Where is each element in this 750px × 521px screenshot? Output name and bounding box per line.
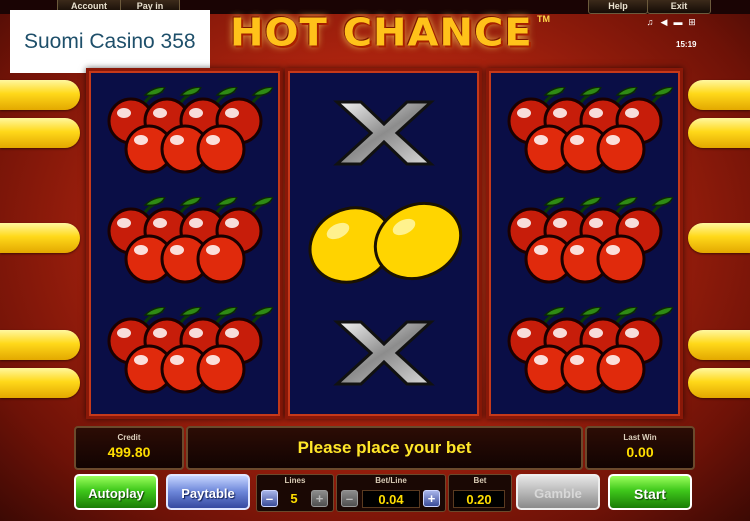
clock: 15:19: [676, 40, 697, 49]
lines-label: Lines: [284, 476, 306, 485]
gamble-button[interactable]: Gamble: [516, 474, 600, 510]
paytable-button[interactable]: Paytable: [166, 474, 250, 510]
credit-value: 499.80: [107, 444, 151, 460]
symbol-cherries: [89, 79, 280, 187]
line-indicator-left-3: [0, 223, 80, 253]
reel-1: [86, 68, 283, 419]
bet-label: Bet: [473, 476, 487, 485]
symbol-x: [288, 299, 479, 407]
line-indicator-right-3: [688, 223, 750, 253]
bet-line-label: Bet/Line: [375, 476, 407, 485]
line-indicator-left-2: [0, 118, 80, 148]
settings-icons: ♫ ◀ ▬ ⊞: [645, 17, 697, 27]
line-indicator-right-1: [688, 80, 750, 110]
lines-control: Lines – 5 +: [256, 474, 334, 512]
last-win-value: 0.00: [626, 444, 654, 460]
symbol-cherries: [489, 189, 680, 297]
credit-label: Credit: [117, 433, 141, 442]
status-message: Please place your bet: [297, 438, 472, 457]
message-panel: Please place your bet: [186, 426, 583, 470]
last-win-label: Last Win: [623, 433, 657, 442]
help-button[interactable]: Help: [588, 0, 648, 14]
reel-2: [285, 68, 482, 419]
line-indicator-left-4: [0, 330, 80, 360]
line-indicator-left-1: [0, 80, 80, 110]
bet-line-control: Bet/Line – 0.04 +: [336, 474, 446, 512]
start-button[interactable]: Start: [608, 474, 692, 510]
symbol-cherries: [489, 299, 680, 407]
trademark: TM: [537, 14, 550, 24]
credit-panel: Credit 499.80: [74, 426, 184, 470]
bet-line-value: 0.04: [362, 490, 420, 508]
lines-plus-button[interactable]: +: [311, 490, 328, 507]
lines-value: 5: [290, 491, 298, 506]
bet-control: Bet 0.20: [448, 474, 512, 512]
window-icon[interactable]: ⊞: [687, 17, 697, 27]
casino-logo: Suomi Casino 358: [10, 10, 210, 73]
reel-3: [486, 68, 683, 419]
bet-line-plus-button[interactable]: +: [423, 490, 440, 507]
autoplay-button[interactable]: Autoplay: [74, 474, 158, 510]
sound-icon[interactable]: ◀: [659, 17, 669, 27]
symbol-cherries: [89, 299, 280, 407]
exit-button[interactable]: Exit: [647, 0, 711, 14]
music-icon[interactable]: ♫: [645, 17, 655, 27]
line-indicator-right-4: [688, 330, 750, 360]
symbol-cherries: [89, 189, 280, 297]
symbol-x: [288, 79, 479, 187]
game-title: HOT CHANCE: [230, 11, 533, 55]
line-indicator-left-5: [0, 368, 80, 398]
last-win-panel: Last Win 0.00: [585, 426, 695, 470]
lines-minus-button[interactable]: –: [261, 490, 278, 507]
bet-value: 0.20: [453, 490, 505, 508]
symbol-lemons: [288, 189, 479, 297]
line-indicator-right-2: [688, 118, 750, 148]
bet-line-minus-button[interactable]: –: [341, 490, 358, 507]
symbol-cherries: [489, 79, 680, 187]
fullscreen-icon[interactable]: ▬: [673, 17, 683, 27]
line-indicator-right-5: [688, 368, 750, 398]
